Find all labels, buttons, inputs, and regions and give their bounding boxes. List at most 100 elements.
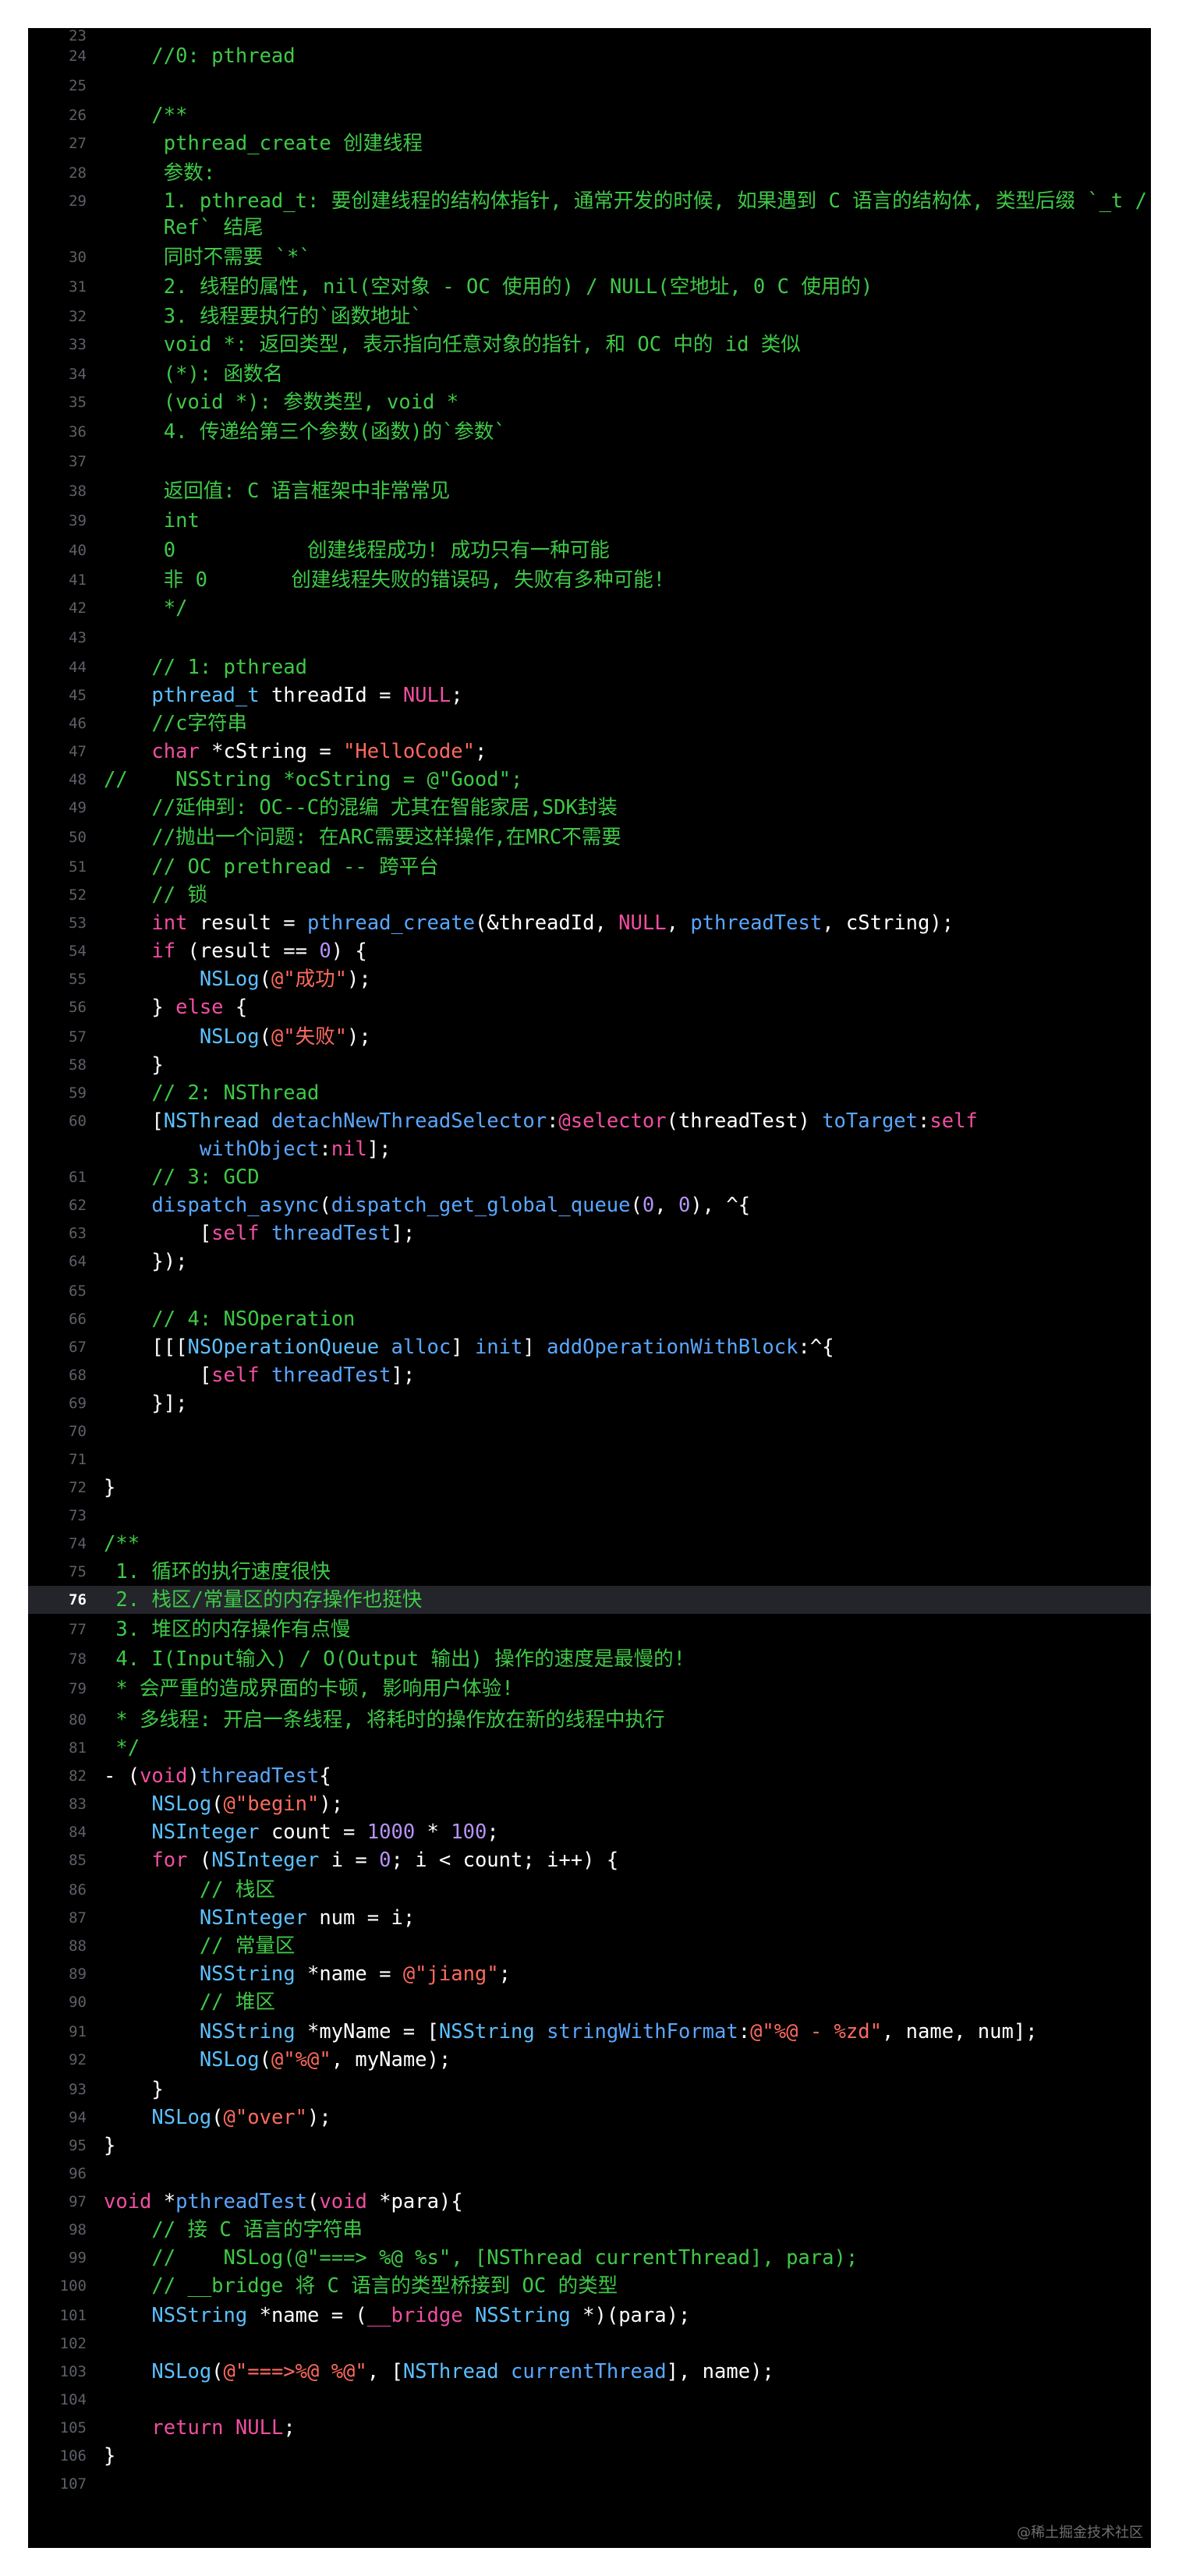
code-line[interactable]: 57 NSLog(@"失败");	[28, 1023, 1151, 1051]
code-line[interactable]: 107	[28, 2470, 1151, 2498]
code-line[interactable]: 102	[28, 2330, 1151, 2358]
line-number: 73	[69, 1507, 87, 1524]
code-line[interactable]: 26 /**	[28, 101, 1151, 129]
code-line[interactable]: 94 NSLog(@"over");	[28, 2104, 1151, 2132]
code-line[interactable]: 48 // NSString *ocString = @"Good";	[28, 766, 1151, 794]
code-line[interactable]: 79 * 会严重的造成界面的卡顿, 影响用户体验!	[28, 1675, 1151, 1703]
code-line[interactable]: 35 (void *): 参数类型, void *	[28, 388, 1151, 416]
line-number: 25	[69, 77, 87, 94]
code-line[interactable]: 29 1. pthread_t: 要创建线程的结构体指针, 通常开发的时候, 如…	[28, 187, 1151, 215]
code-line[interactable]: 86 // 栈区	[28, 1876, 1151, 1904]
code-line[interactable]: 97 void *pthreadTest(void *para){	[28, 2188, 1151, 2216]
code-line[interactable]: 88 // 常量区	[28, 1932, 1151, 1960]
code-line[interactable]: 53 int result = pthread_create(&threadId…	[28, 909, 1151, 937]
code-line[interactable]: 31 2. 线程的属性, nil(空对象 - OC 使用的) / NULL(空地…	[28, 273, 1151, 301]
code-line[interactable]: 44 // 1: pthread	[28, 653, 1151, 681]
code-line[interactable]: 78 4. I(Input输入) / O(Output 输出) 操作的速度是最慢…	[28, 1645, 1151, 1673]
code-line[interactable]: 43	[28, 624, 1151, 652]
code-line[interactable]: 81 */	[28, 1734, 1151, 1762]
code-line[interactable]: 96	[28, 2160, 1151, 2188]
code-text: 4. 传递给第三个参数(函数)的`参数`	[104, 418, 506, 446]
code-token: NSInteger	[211, 1849, 320, 1872]
code-line[interactable]: 106}	[28, 2442, 1151, 2470]
code-line[interactable]: 61 // 3: GCD	[28, 1163, 1151, 1191]
code-text: }	[104, 1474, 115, 1502]
code-line[interactable]: 70	[28, 1417, 1151, 1445]
code-line[interactable]: 58 }	[28, 1051, 1151, 1079]
code-line[interactable]: 80 * 多线程: 开启一条线程, 将耗时的操作放在新的线程中执行	[28, 1706, 1151, 1734]
code-token: i =	[319, 1849, 380, 1872]
code-line[interactable]: 76 2. 栈区/常量区的内存操作也挺快	[28, 1586, 1151, 1614]
code-line[interactable]: 77 3. 堆区的内存操作有点慢	[28, 1615, 1151, 1644]
code-token: {	[223, 996, 248, 1019]
line-number: 87	[69, 1909, 87, 1927]
code-line[interactable]: 92 NSLog(@"%@", myName);	[28, 2046, 1151, 2074]
code-line[interactable]: 39 int	[28, 507, 1151, 535]
code-line[interactable]: 98 // 接 C 语言的字符串	[28, 2216, 1151, 2244]
code-line[interactable]: 87 NSInteger num = i;	[28, 1904, 1151, 1932]
code-line[interactable]: 45 pthread_t threadId = NULL;	[28, 681, 1151, 709]
code-line[interactable]: 65	[28, 1277, 1151, 1305]
code-line[interactable]: 105 return NULL;	[28, 2414, 1151, 2442]
code-line[interactable]: 104	[28, 2386, 1151, 2414]
code-line[interactable]: 49 //延伸到: OC--C的混编 尤其在智能家居,SDK封装	[28, 794, 1151, 822]
code-line[interactable]: 75 1. 循环的执行速度很快	[28, 1558, 1151, 1586]
code-line[interactable]: Ref` 结尾	[28, 214, 1151, 242]
code-editor[interactable]: 23 24 //0: pthread 25 26 /** 27 pthread_crea…	[28, 28, 1151, 2548]
code-line[interactable]: 71	[28, 1445, 1151, 1474]
code-line[interactable]: 83 NSLog(@"begin");	[28, 1790, 1151, 1818]
code-line[interactable]: 74 /**	[28, 1530, 1151, 1558]
line-number: 79	[69, 1680, 87, 1697]
code-line[interactable]: 60 [NSThread detachNewThreadSelector:@se…	[28, 1107, 1151, 1135]
code-line[interactable]: 89 NSString *name = @"jiang";	[28, 1960, 1151, 1988]
code-line[interactable]: 37	[28, 448, 1151, 476]
code-line[interactable]: 36 4. 传递给第三个参数(函数)的`参数`	[28, 418, 1151, 446]
code-line[interactable]: 24 //0: pthread	[28, 42, 1151, 70]
code-line[interactable]: 52 // 锁	[28, 881, 1151, 909]
code-line[interactable]: 90 // 堆区	[28, 1988, 1151, 2016]
code-line[interactable]: 91 NSString *myName = [NSString stringWi…	[28, 2018, 1151, 2046]
code-line[interactable]: 82 - (void)threadTest{	[28, 1762, 1151, 1790]
code-line[interactable]: 51 // OC prethread -- 跨平台	[28, 853, 1151, 881]
code-line[interactable]: 72}	[28, 1474, 1151, 1502]
code-line[interactable]: 28 参数:	[28, 159, 1151, 187]
code-line[interactable]: 66 // 4: NSOperation	[28, 1305, 1151, 1333]
code-line[interactable]: withObject:nil];	[28, 1135, 1151, 1163]
code-line[interactable]: 93 }	[28, 2075, 1151, 2104]
code-line[interactable]: 100 // __bridge 将 C 语言的类型桥接到 OC 的类型	[28, 2272, 1151, 2300]
code-token: ], name);	[666, 2360, 774, 2383]
code-line[interactable]: 99 // NSLog(@"===> %@ %s", [NSThread cur…	[28, 2244, 1151, 2272]
code-line[interactable]: 40 0 创建线程成功! 成功只有一种可能	[28, 536, 1151, 564]
code-line[interactable]: 50 //抛出一个问题: 在ARC需要这样操作,在MRC不需要	[28, 823, 1151, 851]
code-line[interactable]: 27 pthread_create 创建线程	[28, 129, 1151, 157]
code-line[interactable]: 95}	[28, 2132, 1151, 2160]
code-line[interactable]: 85 for (NSInteger i = 0; i < count; i++)…	[28, 1846, 1151, 1874]
code-line[interactable]: 47 char *cString = "HelloCode";	[28, 738, 1151, 766]
code-line[interactable]: 54 if (result == 0) {	[28, 937, 1151, 965]
code-line[interactable]: 84 NSInteger count = 1000 * 100;	[28, 1818, 1151, 1846]
code-line[interactable]: 34 (*): 函数名	[28, 360, 1151, 388]
code-line[interactable]: 32 3. 线程要执行的`函数地址`	[28, 303, 1151, 331]
code-line[interactable]: 38 返回值: C 语言框架中非常常见	[28, 477, 1151, 505]
code-line[interactable]: 73	[28, 1502, 1151, 1530]
code-line[interactable]: 42 */	[28, 594, 1151, 622]
code-line[interactable]: 69 }];	[28, 1389, 1151, 1417]
line-number: 102	[59, 2335, 87, 2352]
code-line[interactable]: 68 [self threadTest];	[28, 1361, 1151, 1389]
code-line[interactable]: 64 });	[28, 1247, 1151, 1276]
code-line[interactable]: 41 非 0 创建线程失败的错误码, 失败有多种可能!	[28, 566, 1151, 594]
code-line[interactable]: 59 // 2: NSThread	[28, 1079, 1151, 1107]
code-line[interactable]: 55 NSLog(@"成功");	[28, 965, 1151, 993]
code-line[interactable]: 33 void *: 返回类型, 表示指向任意对象的指针, 和 OC 中的 id…	[28, 331, 1151, 359]
code-line[interactable]: 25	[28, 72, 1151, 100]
code-line[interactable]: 56 } else {	[28, 993, 1151, 1021]
code-line[interactable]: 62 dispatch_async(dispatch_get_global_qu…	[28, 1191, 1151, 1219]
code-line[interactable]: 46 //c字符串	[28, 709, 1151, 738]
code-line[interactable]: 63 [self threadTest];	[28, 1219, 1151, 1247]
code-line[interactable]: 30 同时不需要 `*`	[28, 243, 1151, 271]
code-line[interactable]: 67 [[[NSOperationQueue alloc] init] addO…	[28, 1333, 1151, 1361]
code-token: // 接 C 语言的字符串	[104, 2218, 363, 2242]
code-line[interactable]: 103 NSLog(@"===>%@ %@", [NSThread curren…	[28, 2358, 1151, 2386]
code-line[interactable]: 101 NSString *name = (__bridge NSString …	[28, 2302, 1151, 2330]
